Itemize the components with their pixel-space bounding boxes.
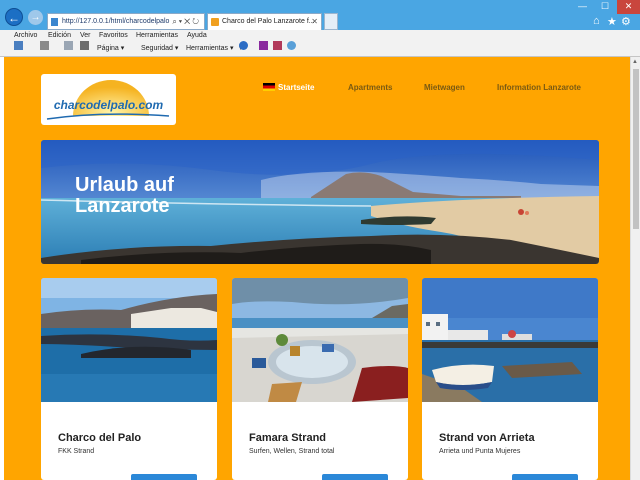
menu-ver[interactable]: Ver [80,30,91,41]
page-icon [51,18,58,26]
menu-edicion[interactable]: Edición [48,30,71,41]
card-image-terrace [232,278,408,402]
hero-banner: Urlaub auf Lanzarote [41,140,599,264]
favicon-icon [211,18,219,26]
card-button[interactable] [512,474,578,480]
scrollbar-thumb[interactable] [633,69,639,229]
tab-charco-del-palo[interactable]: Charco del Palo Lanzarote f... ✕ [207,13,322,30]
minimize-icon[interactable]: — [578,1,587,11]
menu-herramientas[interactable]: Herramientas [136,30,178,41]
web-page: charcodelpalo.com Startseite Apartments … [4,57,630,480]
menu-bar: Archivo Edición Ver Favoritos Herramient… [0,30,640,41]
menu-archivo[interactable]: Archivo [14,30,37,41]
card-strand-von-arrieta[interactable]: Strand von Arrieta Arrieta und Punta Muj… [422,278,598,480]
tools-menu[interactable]: Herramientas ▾ [186,41,233,57]
maximize-icon[interactable]: ☐ [601,1,609,12]
logo-swoosh-icon [46,113,170,120]
german-flag-icon [263,83,275,91]
home-cmd-icon[interactable]: ▾ [14,41,23,57]
tab-title: Charco del Palo Lanzarote f... [222,18,315,25]
scroll-up-icon[interactable]: ▲ [632,59,638,65]
card-charco-del-palo[interactable]: Charco del Palo FKK Strand [41,278,217,480]
command-bar: ▾ ▾ ▾ Página ▾ Seguridad ▾ Herramientas … [0,41,640,57]
forward-button[interactable]: → [28,10,43,25]
help-icon[interactable]: ▾ [239,41,248,57]
address-text: http://127.0.0.1/html/charcodelpalo [62,18,170,25]
card-title: Famara Strand [249,432,327,444]
nav-apartments[interactable]: Apartments [348,83,392,92]
card-subtitle: FKK Strand [58,448,95,455]
card-title: Charco del Palo [58,432,142,444]
card-image-harbour [422,278,598,402]
site-logo[interactable]: charcodelpalo.com [41,74,176,125]
back-button[interactable]: ← [5,8,23,26]
address-tools-icon[interactable]: ⌕▾✕↻ [172,14,201,29]
feeds-icon[interactable]: ▾ [40,41,49,57]
card-subtitle: Arrieta und Punta Mujeres [439,448,521,455]
home-icon[interactable]: ⌂ [593,15,600,27]
address-bar[interactable]: http://127.0.0.1/html/charcodelpalo ⌕▾✕↻ [47,13,205,30]
card-button[interactable] [322,474,388,480]
card-button[interactable] [131,474,197,480]
vertical-scrollbar[interactable]: ▲ [630,57,640,480]
menu-ayuda[interactable]: Ayuda [187,30,207,41]
nav-startseite[interactable]: Startseite [263,83,314,92]
gear-icon[interactable]: ⚙ [621,15,631,28]
favorites-star-icon[interactable]: ★ [607,15,617,28]
browser-chrome: ← → http://127.0.0.1/html/charcodelpalo … [0,0,640,57]
card-subtitle: Surfen, Wellen, Strand total [249,448,335,455]
card-famara-strand[interactable]: Famara Strand Surfen, Wellen, Strand tot… [232,278,408,480]
nav-information-lanzarote[interactable]: Information Lanzarote [497,83,581,92]
page-menu[interactable]: Página ▾ [97,41,124,57]
hero-title: Urlaub auf Lanzarote [75,174,174,217]
card-image-coast [41,278,217,402]
security-menu[interactable]: Seguridad ▾ [141,41,178,57]
card-title: Strand von Arrieta [439,432,535,444]
close-window-icon[interactable]: ✕ [617,0,640,14]
menu-favoritos[interactable]: Favoritos [99,30,128,41]
nav-mietwagen[interactable]: Mietwagen [424,83,465,92]
print-icon[interactable]: ▾ [80,41,89,57]
close-tab-icon[interactable]: ✕ [311,14,318,30]
new-tab-button[interactable] [324,13,338,30]
